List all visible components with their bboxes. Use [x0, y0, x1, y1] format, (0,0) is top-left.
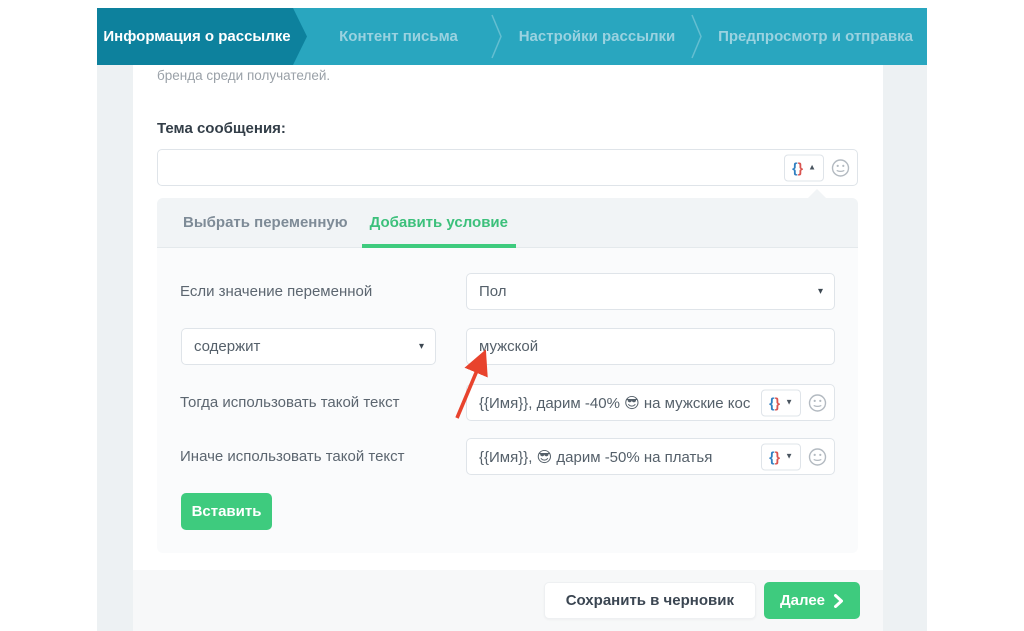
- intro-text: бренда среди получателей.: [157, 68, 330, 83]
- step-separator-chevron-icon: [490, 8, 504, 65]
- tab-add-condition[interactable]: Добавить условие: [366, 198, 512, 247]
- wizard-step-label: Настройки рассылки: [519, 28, 676, 45]
- then-text-input[interactable]: {{Имя}}, дарим -40% 😎 на мужские кос {} …: [466, 384, 835, 421]
- insert-variable-button[interactable]: {} ▲: [784, 154, 824, 181]
- subject-input[interactable]: {} ▲: [157, 149, 858, 186]
- insert-variable-button[interactable]: {} ▼: [761, 389, 801, 416]
- next-button-label: Далее: [780, 592, 825, 609]
- footer-actions: Сохранить в черновик Далее: [133, 570, 883, 631]
- save-draft-button[interactable]: Сохранить в черновик: [544, 582, 756, 619]
- condition-value: мужской: [479, 338, 538, 355]
- if-variable-label: Если значение переменной: [180, 273, 372, 310]
- caret-down-icon: ▼: [785, 399, 793, 407]
- caret-up-icon: ▲: [808, 164, 816, 172]
- caret-down-icon: ▼: [785, 453, 793, 461]
- wizard-steps-bar: Информация о рассылке Контент письма Нас…: [97, 8, 927, 65]
- step-separator-chevron-icon: [690, 8, 704, 65]
- wizard-step-campaign-settings[interactable]: Настройки рассылки: [504, 8, 690, 65]
- emoji-picker-icon[interactable]: [808, 393, 827, 412]
- operator-select[interactable]: содержит ▾: [181, 328, 436, 365]
- variable-select[interactable]: Пол ▾: [466, 273, 835, 310]
- subject-label: Тема сообщения:: [157, 120, 286, 137]
- tab-select-variable[interactable]: Выбрать переменную: [179, 198, 352, 247]
- insert-variable-button[interactable]: {} ▼: [761, 443, 801, 470]
- wizard-step-campaign-info[interactable]: Информация о рассылке: [97, 8, 307, 65]
- else-text-input[interactable]: {{Имя}}, 😎 дарим -50% на платья {} ▼: [466, 438, 835, 475]
- content-card: бренда среди получателей. Тема сообщения…: [133, 65, 883, 631]
- campaign-editor-page: Информация о рассылке Контент письма Нас…: [0, 0, 1024, 631]
- variable-braces-icon: {}: [792, 161, 803, 175]
- wizard-step-label: Контент письма: [339, 28, 458, 45]
- panel-pointer-triangle: [808, 189, 826, 198]
- tab-label: Добавить условие: [370, 214, 508, 231]
- variable-condition-panel: Выбрать переменную Добавить условие Если…: [157, 198, 858, 553]
- tab-label: Выбрать переменную: [183, 214, 348, 231]
- panel-tabs: Выбрать переменную Добавить условие: [157, 198, 858, 248]
- select-caret-icon: ▾: [818, 286, 823, 297]
- emoji-picker-icon[interactable]: [808, 447, 827, 466]
- wizard-step-label: Информация о рассылке: [103, 28, 290, 45]
- insert-button[interactable]: Вставить: [181, 493, 272, 530]
- next-button[interactable]: Далее: [764, 582, 860, 619]
- emoji-picker-icon[interactable]: [831, 158, 850, 177]
- chevron-right-icon: [833, 594, 844, 608]
- operator-selected-value: содержит: [194, 338, 260, 355]
- then-text-label: Тогда использовать такой текст: [180, 384, 400, 421]
- select-caret-icon: ▾: [419, 341, 424, 352]
- wizard-step-email-content[interactable]: Контент письма: [307, 8, 490, 65]
- variable-braces-icon: {}: [769, 396, 780, 410]
- variable-braces-icon: {}: [769, 450, 780, 464]
- wizard-step-preview-send[interactable]: Предпросмотр и отправка: [704, 8, 927, 65]
- wizard-step-label: Предпросмотр и отправка: [718, 28, 913, 45]
- variable-selected-value: Пол: [479, 283, 507, 300]
- condition-value-input[interactable]: мужской: [466, 328, 835, 365]
- else-text-label: Иначе использовать такой текст: [180, 438, 405, 475]
